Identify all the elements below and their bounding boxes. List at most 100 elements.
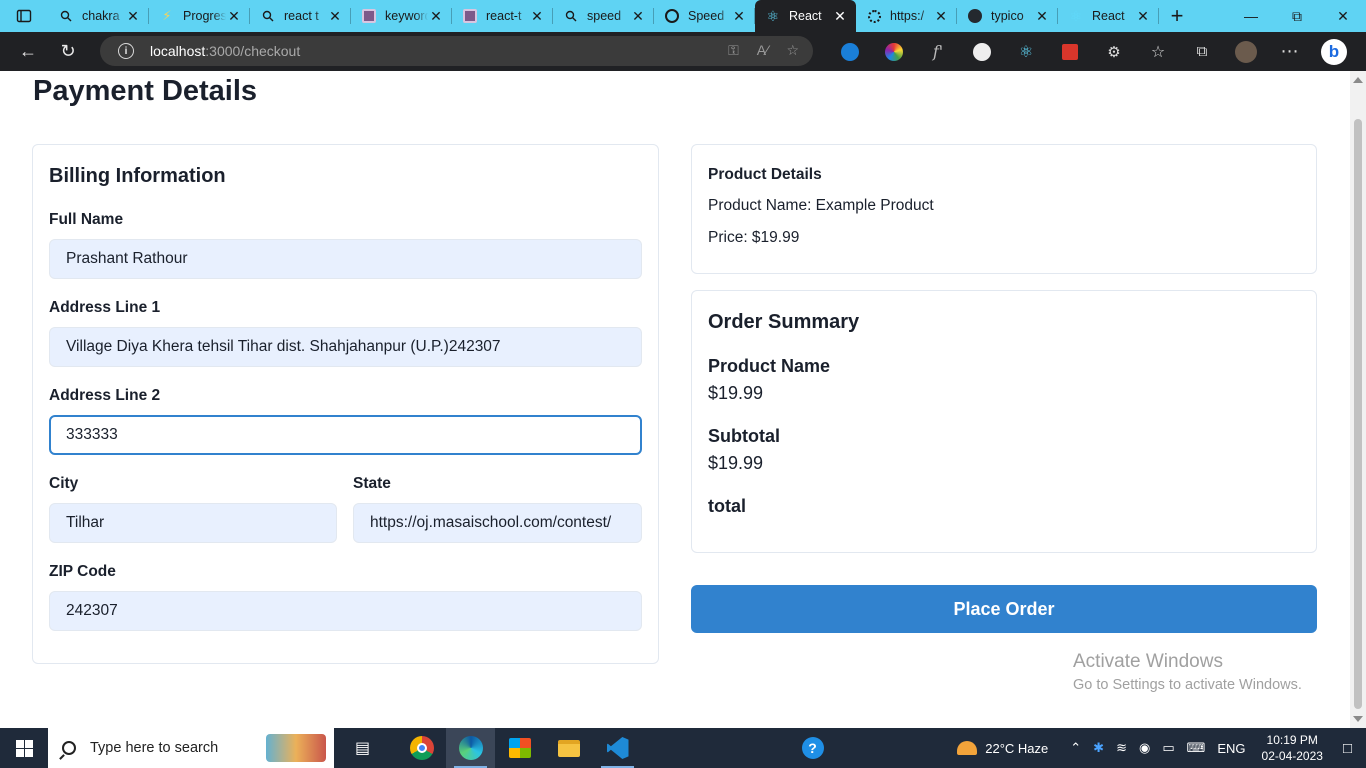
city-input[interactable]: Tilhar: [49, 503, 337, 543]
checkout-page: Payment Details Billing Information Full…: [0, 71, 1350, 728]
state-input[interactable]: https://oj.masaischool.com/contest/: [353, 503, 642, 543]
battery-icon[interactable]: ▭: [1156, 740, 1180, 756]
close-tab-icon[interactable]: ✕: [1034, 8, 1050, 24]
place-order-button[interactable]: Place Order: [691, 585, 1317, 633]
browser-tab[interactable]: react t ✕: [250, 0, 351, 32]
extension-color-icon[interactable]: [872, 32, 916, 71]
browser-tab[interactable]: ⚛ React ✕: [1058, 0, 1159, 32]
subtotal-label: Subtotal: [708, 426, 780, 446]
language-indicator[interactable]: ENG: [1211, 741, 1251, 756]
close-tab-icon[interactable]: ✕: [125, 8, 141, 24]
chrome-taskbar-button[interactable]: [397, 728, 446, 768]
page-scrollbar[interactable]: [1350, 71, 1366, 728]
address-line2-input[interactable]: 333333: [49, 415, 642, 455]
close-tab-icon[interactable]: ✕: [630, 8, 646, 24]
new-tab-button[interactable]: +: [1159, 0, 1195, 32]
browser-tab[interactable]: Speed ✕: [654, 0, 755, 32]
notification-icon: □: [1342, 739, 1352, 757]
extension-react-icon[interactable]: ⚛: [1004, 32, 1048, 71]
bluetooth-icon[interactable]: ✱: [1087, 740, 1110, 756]
refresh-button[interactable]: ↻: [48, 32, 88, 71]
clock[interactable]: 10:19 PM 02-04-2023: [1252, 732, 1333, 764]
store-taskbar-button[interactable]: [495, 728, 544, 768]
extension-dev-icon[interactable]: [960, 32, 1004, 71]
task-view-button[interactable]: ▤: [338, 728, 387, 768]
favorites-icon[interactable]: ☆: [1136, 32, 1180, 71]
back-button[interactable]: ←: [8, 32, 48, 71]
webcam-icon[interactable]: ◉: [1133, 740, 1156, 756]
search-highlight-icon: [266, 734, 326, 762]
close-tab-icon[interactable]: ✕: [832, 8, 848, 24]
address-line1-label: Address Line 1: [49, 299, 161, 316]
zip-input[interactable]: 242307: [49, 591, 642, 631]
read-aloud-icon[interactable]: A⁄: [757, 42, 769, 59]
billing-heading: Billing Information: [49, 165, 226, 187]
browser-tab[interactable]: ⚛ React ✕: [755, 0, 856, 32]
show-hidden-icons-button[interactable]: ⌃: [1064, 740, 1087, 756]
taskbar-search-box[interactable]: Type here to search: [48, 728, 334, 768]
extension-red-icon[interactable]: [1048, 32, 1092, 71]
edge-taskbar-button[interactable]: [446, 728, 495, 768]
address-line1-input[interactable]: Village Diya Khera tehsil Tihar dist. Sh…: [49, 327, 642, 367]
speed-icon: [664, 8, 680, 24]
vscode-taskbar-button[interactable]: [593, 728, 642, 768]
collections-icon[interactable]: ⧉: [1180, 32, 1224, 71]
folder-icon: [557, 739, 580, 757]
windows-taskbar: Type here to search ▤ ? 22°C Haze ⌃ ✱ ≋ …: [0, 728, 1366, 768]
close-tab-icon[interactable]: ✕: [226, 8, 242, 24]
vscode-icon: [606, 737, 629, 759]
address-bar[interactable]: i localhost:3000/checkout ⚿ A⁄ ☆: [100, 36, 813, 66]
react-icon: ⚛: [1069, 7, 1083, 24]
extension-diamond-icon[interactable]: [828, 32, 872, 71]
scroll-up-icon[interactable]: [1353, 77, 1363, 83]
profile-avatar[interactable]: [1224, 32, 1268, 71]
tab-actions-button[interactable]: [0, 0, 48, 32]
zip-label: ZIP Code: [49, 563, 116, 580]
network-icon[interactable]: ≋: [1110, 740, 1133, 756]
restore-button[interactable]: ⧉: [1274, 0, 1320, 32]
browser-tab[interactable]: keyword ✕: [351, 0, 452, 32]
product-details-card: Product Details Product Name: Example Pr…: [691, 144, 1317, 274]
extension-formula-icon[interactable]: f': [916, 32, 960, 71]
keyboard-icon[interactable]: ⌨: [1181, 740, 1212, 756]
browser-tab[interactable]: react-t ✕: [452, 0, 553, 32]
tab-title: Progress: [183, 9, 226, 23]
loading-icon: [866, 8, 882, 24]
notifications-button[interactable]: □: [1333, 740, 1366, 757]
minimize-button[interactable]: —: [1228, 0, 1274, 32]
key-icon[interactable]: ⚿: [728, 42, 739, 59]
close-tab-icon[interactable]: ✕: [731, 8, 747, 24]
browser-tab[interactable]: speed ✕: [553, 0, 654, 32]
scroll-down-icon[interactable]: [1353, 716, 1363, 722]
file-explorer-taskbar-button[interactable]: [544, 728, 593, 768]
add-favorite-icon[interactable]: ☆: [786, 42, 799, 59]
close-tab-icon[interactable]: ✕: [327, 8, 343, 24]
browser-tab[interactable]: chakra ✕: [48, 0, 149, 32]
tab-title: speed: [587, 9, 622, 23]
close-window-button[interactable]: ✕: [1320, 0, 1366, 32]
close-tab-icon[interactable]: ✕: [1135, 8, 1151, 24]
site-info-icon[interactable]: i: [118, 43, 134, 59]
scroll-thumb[interactable]: [1354, 119, 1362, 709]
tab-title: chakra: [82, 9, 120, 23]
weather-widget[interactable]: 22°C Haze: [951, 741, 1054, 756]
extensions-puzzle-icon[interactable]: ⚙: [1092, 32, 1136, 71]
refresh-icon: ↻: [60, 41, 76, 61]
github-icon: [967, 8, 983, 24]
close-tab-icon[interactable]: ✕: [933, 8, 949, 24]
page-title: Payment Details: [33, 75, 258, 107]
help-taskbar-button[interactable]: ?: [788, 728, 837, 768]
browser-tab[interactable]: typico ✕: [957, 0, 1058, 32]
chevron-up-icon: ⌃: [1070, 740, 1082, 755]
system-tray: 22°C Haze ⌃ ✱ ≋ ◉ ▭ ⌨ ENG 10:19 PM 02-04…: [951, 728, 1366, 768]
bing-icon[interactable]: b: [1312, 32, 1356, 71]
browser-tab[interactable]: https:/ ✕: [856, 0, 957, 32]
close-tab-icon[interactable]: ✕: [529, 8, 545, 24]
search-icon: [260, 8, 276, 24]
start-button[interactable]: [0, 728, 48, 768]
full-name-input[interactable]: Prashant Rathour: [49, 239, 642, 279]
close-tab-icon[interactable]: ✕: [428, 8, 444, 24]
tab-title: keyword: [385, 9, 428, 23]
more-menu-icon[interactable]: ⋯: [1268, 32, 1312, 71]
browser-tab[interactable]: ⚡ Progress✕: [149, 0, 250, 32]
